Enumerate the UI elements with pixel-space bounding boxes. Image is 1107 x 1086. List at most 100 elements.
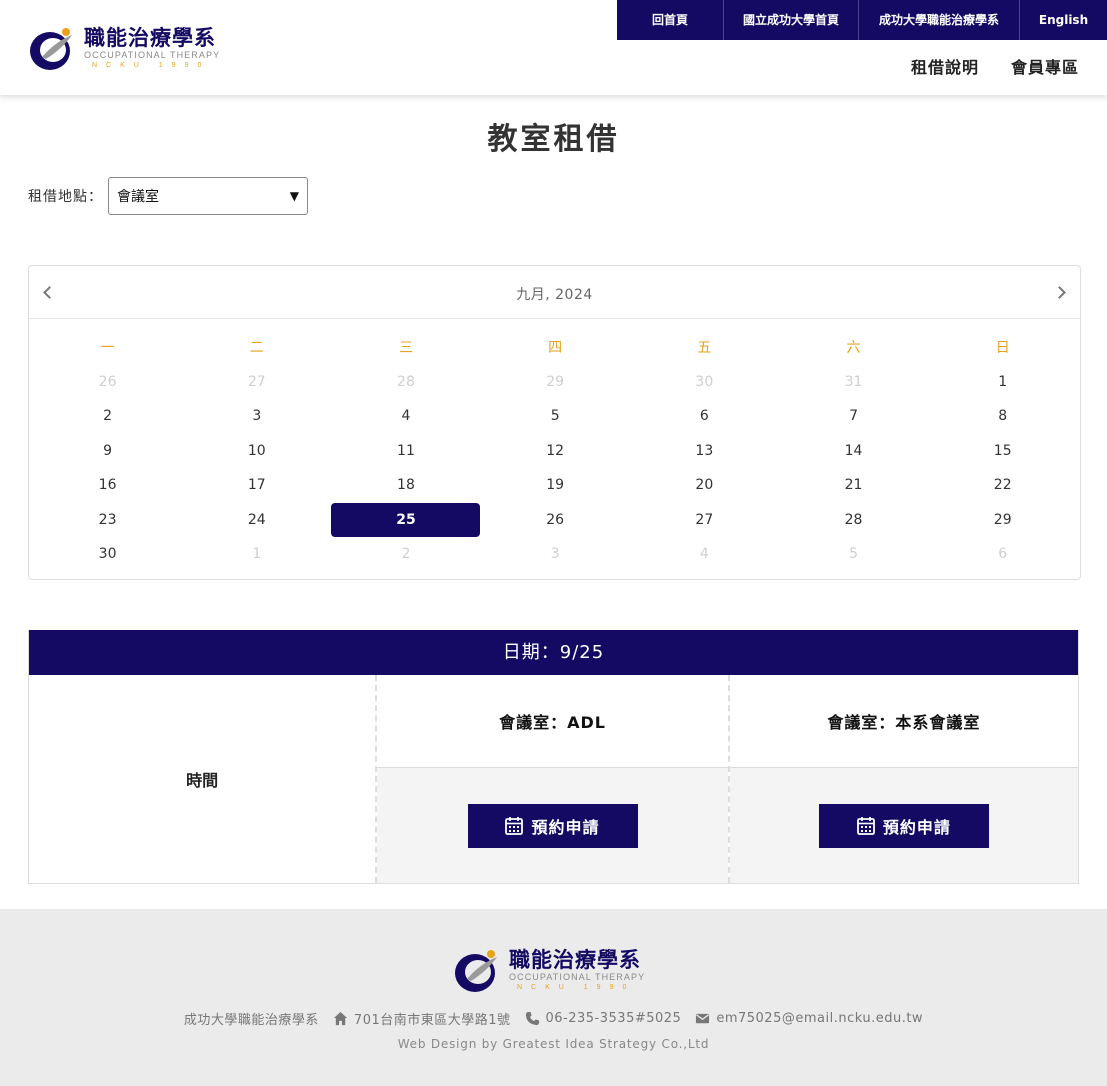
- calendar-day[interactable]: 21: [779, 474, 928, 509]
- calendar-day[interactable]: 17: [182, 474, 331, 509]
- calendar-day[interactable]: 15: [928, 440, 1077, 475]
- room-slot: 預約申請: [729, 768, 1078, 883]
- calendar-day[interactable]: 3: [182, 405, 331, 440]
- calendar: 九月, 2024 一二三四五六日 26 27 28 29 30 31 1 2 3 4 5 6 7 8 9 10 1…: [28, 265, 1081, 580]
- calendar-day[interactable]: 6: [928, 543, 1077, 578]
- calendar-day-number: 11: [397, 442, 415, 459]
- calendar-day[interactable]: 27: [630, 509, 779, 544]
- calendar-day[interactable]: 29: [928, 509, 1077, 544]
- calendar-day[interactable]: 31: [779, 371, 928, 406]
- calendar-day[interactable]: 30: [33, 543, 182, 578]
- calendar-day[interactable]: 20: [630, 474, 779, 509]
- book-button-adl[interactable]: 預約申請: [467, 803, 638, 848]
- footer-email[interactable]: em75025@email.ncku.edu.tw: [695, 1011, 923, 1026]
- site-logo[interactable]: 職能治療學系 OCCUPATIONAL THERAPY NCKU 1990: [28, 18, 238, 78]
- calendar-day-number: 19: [546, 477, 565, 493]
- calendar-day[interactable]: 2: [331, 543, 480, 578]
- calendar-icon: [505, 817, 524, 835]
- calendar-day[interactable]: 7: [779, 405, 928, 440]
- calendar-week-row: 9 10 11 12 13 14 15: [33, 440, 1078, 475]
- calendar-day[interactable]: 3: [481, 543, 630, 578]
- calendar-day[interactable]: 5: [779, 543, 928, 578]
- calendar-day-number: 30: [695, 373, 714, 390]
- room-slot: 預約申請: [377, 768, 728, 883]
- logo-name-en: OCCUPATIONAL THERAPY: [509, 971, 646, 982]
- weekday-label: 三: [398, 340, 413, 356]
- calendar-day-number: 26: [546, 511, 565, 528]
- calendar-day-number: 26: [98, 373, 117, 390]
- nav-member-area[interactable]: 會員專區: [1011, 54, 1079, 78]
- room-column-dept: 會議室：本系會議室 預約申請: [727, 675, 1078, 883]
- calendar-day-number: 29: [993, 511, 1012, 528]
- calendar-day-number: 21: [844, 477, 863, 493]
- logo-mark-icon: [453, 943, 503, 997]
- calendar-day[interactable]: 1: [928, 371, 1077, 406]
- calendar-day[interactable]: 8: [928, 405, 1077, 440]
- calendar-day[interactable]: 1: [182, 543, 331, 578]
- calendar-day-number: 23: [98, 511, 117, 528]
- calendar-day[interactable]: 28: [331, 371, 480, 406]
- calendar-day[interactable]: 6: [630, 405, 779, 440]
- calendar-day[interactable]: 27: [182, 371, 331, 406]
- calendar-day[interactable]: 28: [779, 509, 928, 544]
- top-nav-link-1[interactable]: 國立成功大學首頁: [723, 0, 858, 40]
- phone-icon: [525, 1011, 539, 1026]
- top-nav: 回首頁 國立成功大學首頁 成功大學職能治療學系 English: [617, 0, 1107, 40]
- calendar-day-selected[interactable]: 25: [331, 502, 481, 544]
- top-nav-link-0[interactable]: 回首頁: [617, 0, 723, 40]
- footer-logo[interactable]: 職能治療學系 OCCUPATIONAL THERAPY NCKU 1990: [453, 942, 663, 997]
- calendar-day[interactable]: 23: [33, 509, 182, 544]
- calendar-day-number: 31: [844, 373, 863, 390]
- calendar-day-number: 4: [401, 408, 411, 424]
- calendar-day[interactable]: 4: [331, 405, 480, 440]
- next-month-chevron-icon[interactable]: [1052, 283, 1070, 301]
- calendar-day-number: 29: [546, 373, 565, 390]
- calendar-day-number: 30: [98, 546, 117, 562]
- calendar-day[interactable]: 19: [481, 474, 630, 509]
- weekday-label: 日: [995, 340, 1010, 356]
- calendar-week-row: 2 3 4 5 6 7 8: [33, 405, 1078, 440]
- logo-name-cn: 職能治療學系: [84, 26, 216, 50]
- weekday-label: 一: [100, 340, 115, 356]
- calendar-icon: [856, 817, 875, 835]
- site-footer: 職能治療學系 OCCUPATIONAL THERAPY NCKU 1990 成功…: [0, 909, 1107, 1086]
- location-select[interactable]: 會議室 ▼: [108, 177, 308, 215]
- calendar-day[interactable]: 14: [779, 440, 928, 475]
- logo-name-en: OCCUPATIONAL THERAPY: [84, 50, 221, 60]
- page-title: 教室租借: [487, 122, 620, 157]
- footer-phone-text: 06-235-3535#5025: [545, 1011, 682, 1026]
- calendar-day[interactable]: 11: [331, 440, 480, 475]
- calendar-day[interactable]: 10: [182, 440, 331, 475]
- calendar-day-number: 8: [998, 408, 1008, 424]
- logo-text: 職能治療學系 OCCUPATIONAL THERAPY NCKU 1990: [509, 948, 645, 992]
- calendar-weekday-row: 一二三四五六日: [33, 336, 1078, 371]
- calendar-week-row: 26 27 28 29 30 31 1: [33, 371, 1078, 406]
- calendar-day[interactable]: 4: [630, 543, 779, 578]
- calendar-day-number: 25: [331, 502, 481, 537]
- calendar-day-number: 2: [103, 408, 113, 424]
- calendar-day-number: 6: [998, 546, 1008, 562]
- calendar-day-number: 7: [849, 408, 858, 424]
- sub-nav: 租借說明 會員專區: [911, 54, 1079, 78]
- calendar-day[interactable]: 26: [481, 509, 630, 544]
- book-button-dept[interactable]: 預約申請: [818, 803, 989, 848]
- calendar-day[interactable]: 2: [33, 405, 182, 440]
- calendar-day[interactable]: 30: [630, 371, 779, 406]
- calendar-week-row: 16 17 18 19 20 21 22: [33, 474, 1078, 509]
- top-nav-link-3[interactable]: English: [1019, 0, 1107, 40]
- calendar-day[interactable]: 13: [630, 440, 779, 475]
- calendar-day[interactable]: 5: [481, 405, 630, 440]
- calendar-day[interactable]: 29: [481, 371, 630, 406]
- calendar-day[interactable]: 22: [928, 474, 1077, 509]
- nav-rental-info[interactable]: 租借說明: [911, 54, 979, 78]
- calendar-day[interactable]: 26: [33, 371, 182, 406]
- logo-name-cn: 職能治療學系: [509, 947, 641, 972]
- calendar-day-number: 14: [844, 442, 863, 459]
- calendar-day[interactable]: 24: [182, 509, 331, 544]
- calendar-day-number: 16: [98, 477, 117, 493]
- calendar-day[interactable]: 16: [33, 474, 182, 509]
- weekday-label: 四: [548, 340, 563, 356]
- calendar-day[interactable]: 12: [481, 440, 630, 475]
- top-nav-link-2[interactable]: 成功大學職能治療學系: [858, 0, 1019, 40]
- calendar-day[interactable]: 9: [33, 440, 182, 475]
